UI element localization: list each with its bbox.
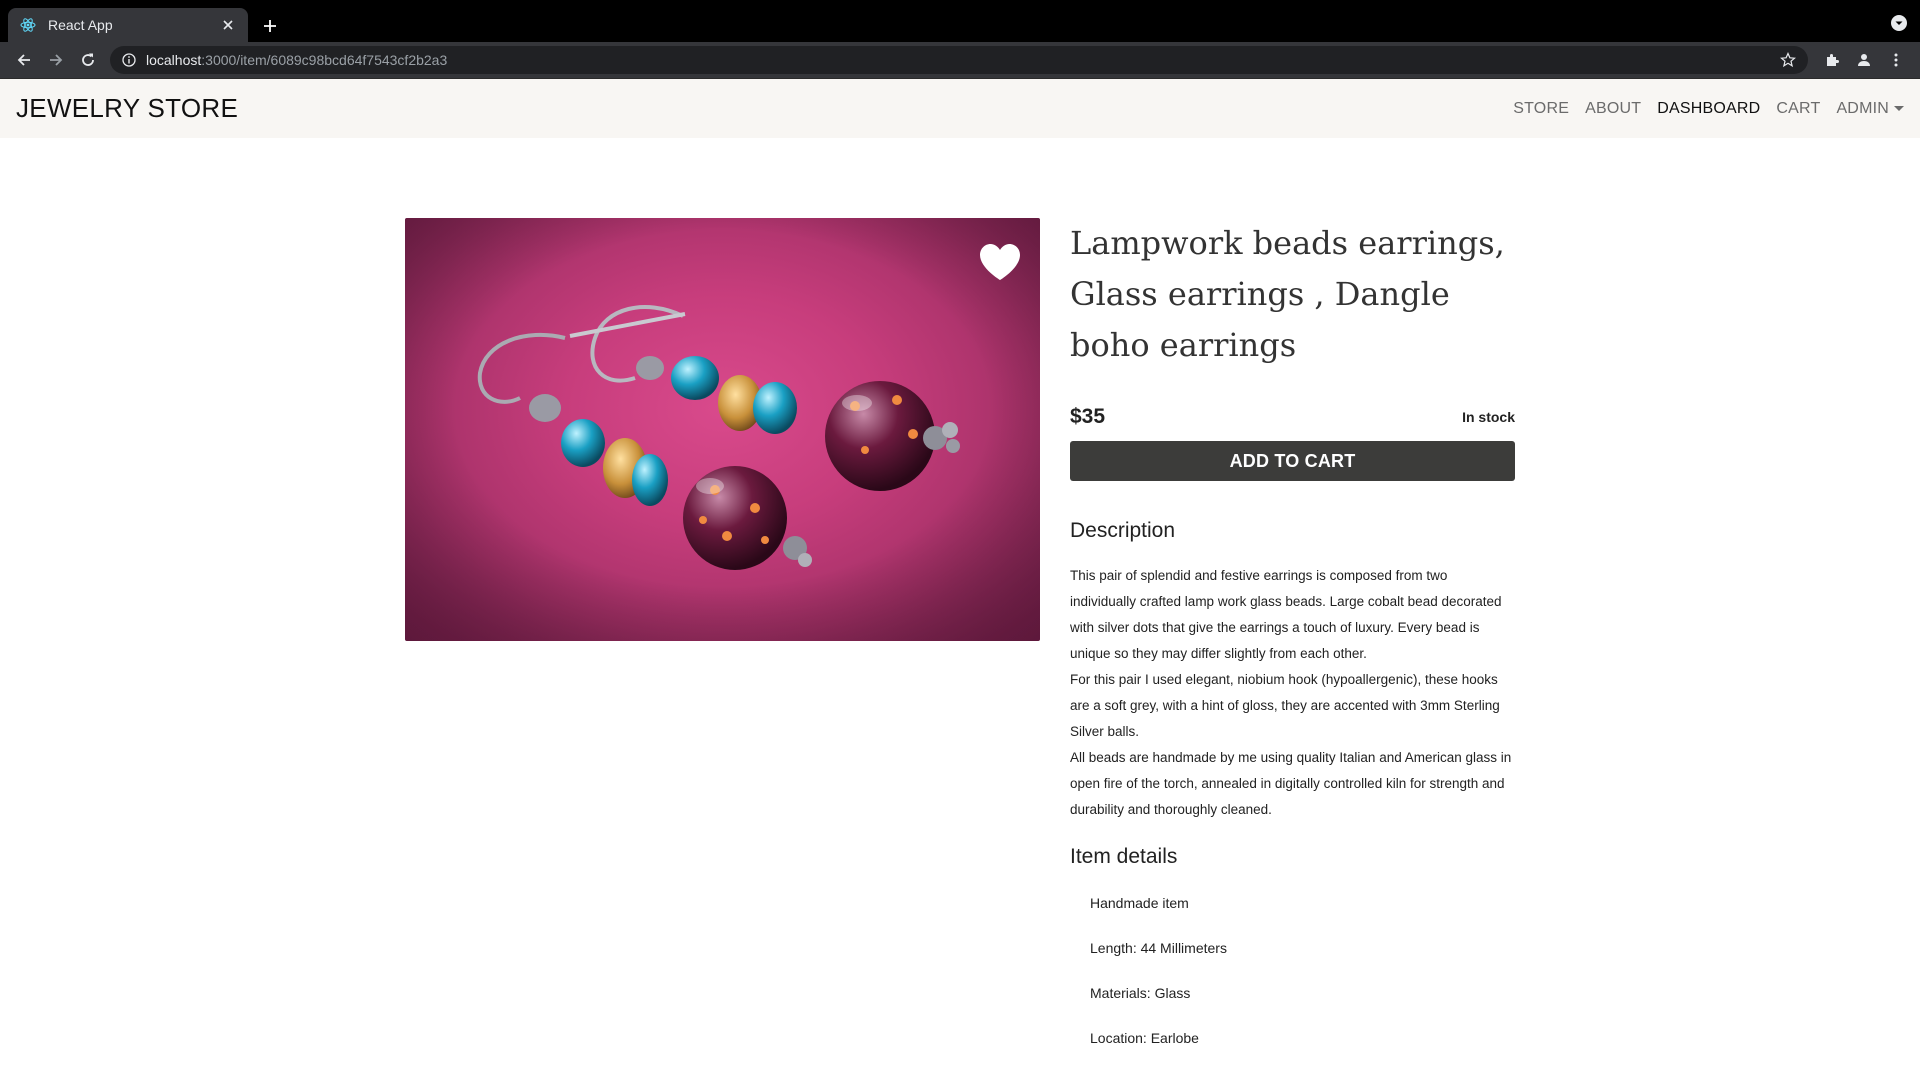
menu-icon[interactable] <box>1880 44 1912 76</box>
add-to-cart-button[interactable]: ADD TO CART <box>1070 441 1515 481</box>
back-icon[interactable] <box>8 44 40 76</box>
browser-toolbar: localhost:3000/item/6089c98bcd64f7543cf2… <box>0 42 1920 78</box>
chevron-down-icon[interactable] <box>1890 14 1908 32</box>
site-navbar: JEWELRY STORE STORE ABOUT DASHBOARD CART… <box>0 78 1920 138</box>
detail-item: Length: 44 Millimeters <box>1090 940 1227 956</box>
description-paragraph: All beads are handmade by me using quali… <box>1070 750 1512 817</box>
product-image <box>405 218 1040 641</box>
nav-cart[interactable]: CART <box>1776 100 1820 118</box>
url-path: :3000/item/6089c98bcd64f7543cf2b2a3 <box>201 52 448 68</box>
info-icon[interactable] <box>120 51 138 69</box>
description-paragraph: For this pair I used elegant, niobium ho… <box>1070 672 1500 739</box>
price-row: $35 In stock <box>1070 405 1515 429</box>
product-info: Lampwork beads earrings, Glass earrings … <box>1070 218 1515 1075</box>
product-price: $35 <box>1070 405 1106 428</box>
address-bar[interactable]: localhost:3000/item/6089c98bcd64f7543cf2… <box>110 46 1808 74</box>
reload-icon[interactable] <box>72 44 104 76</box>
item-details-heading: Item details <box>1070 845 1178 868</box>
close-icon[interactable] <box>218 15 238 35</box>
stock-status: In stock <box>1462 409 1515 425</box>
favorite-heart-icon[interactable] <box>978 242 1022 282</box>
brand-logo[interactable]: JEWELRY STORE <box>16 93 238 124</box>
forward-icon[interactable] <box>40 44 72 76</box>
nav-admin-dropdown[interactable]: ADMIN <box>1836 100 1904 118</box>
browser-tabbar: React App <box>0 0 1920 42</box>
tab-title: React App <box>48 17 113 33</box>
product-description: This pair of splendid and festive earrin… <box>1070 563 1515 823</box>
url-host: localhost <box>146 52 202 68</box>
browser-tab[interactable]: React App <box>8 8 248 42</box>
react-icon <box>20 17 36 33</box>
caret-down-icon <box>1894 105 1904 111</box>
detail-item: Handmade item <box>1090 895 1189 911</box>
description-paragraph: This pair of splendid and festive earrin… <box>1070 568 1502 661</box>
nav-store[interactable]: STORE <box>1513 100 1569 118</box>
nav-dashboard[interactable]: DASHBOARD <box>1657 100 1760 118</box>
extensions-icon[interactable] <box>1816 44 1848 76</box>
earrings-illustration <box>405 218 1040 641</box>
nav-admin-label: ADMIN <box>1836 99 1889 117</box>
detail-item: Materials: Glass <box>1090 985 1191 1001</box>
star-icon[interactable] <box>1778 50 1798 70</box>
main-nav: STORE ABOUT DASHBOARD CART ADMIN <box>1497 100 1904 118</box>
profile-icon[interactable] <box>1848 44 1880 76</box>
product-title: Lampwork beads earrings, Glass earrings … <box>1070 224 1505 364</box>
plus-icon[interactable] <box>256 12 284 40</box>
detail-item: Location: Earlobe <box>1090 1030 1199 1046</box>
item-details-list: Handmade item Length: 44 Millimeters Mat… <box>1070 895 1515 1075</box>
nav-about[interactable]: ABOUT <box>1585 100 1641 118</box>
description-heading: Description <box>1070 519 1176 542</box>
url-text: localhost:3000/item/6089c98bcd64f7543cf2… <box>146 52 1778 68</box>
